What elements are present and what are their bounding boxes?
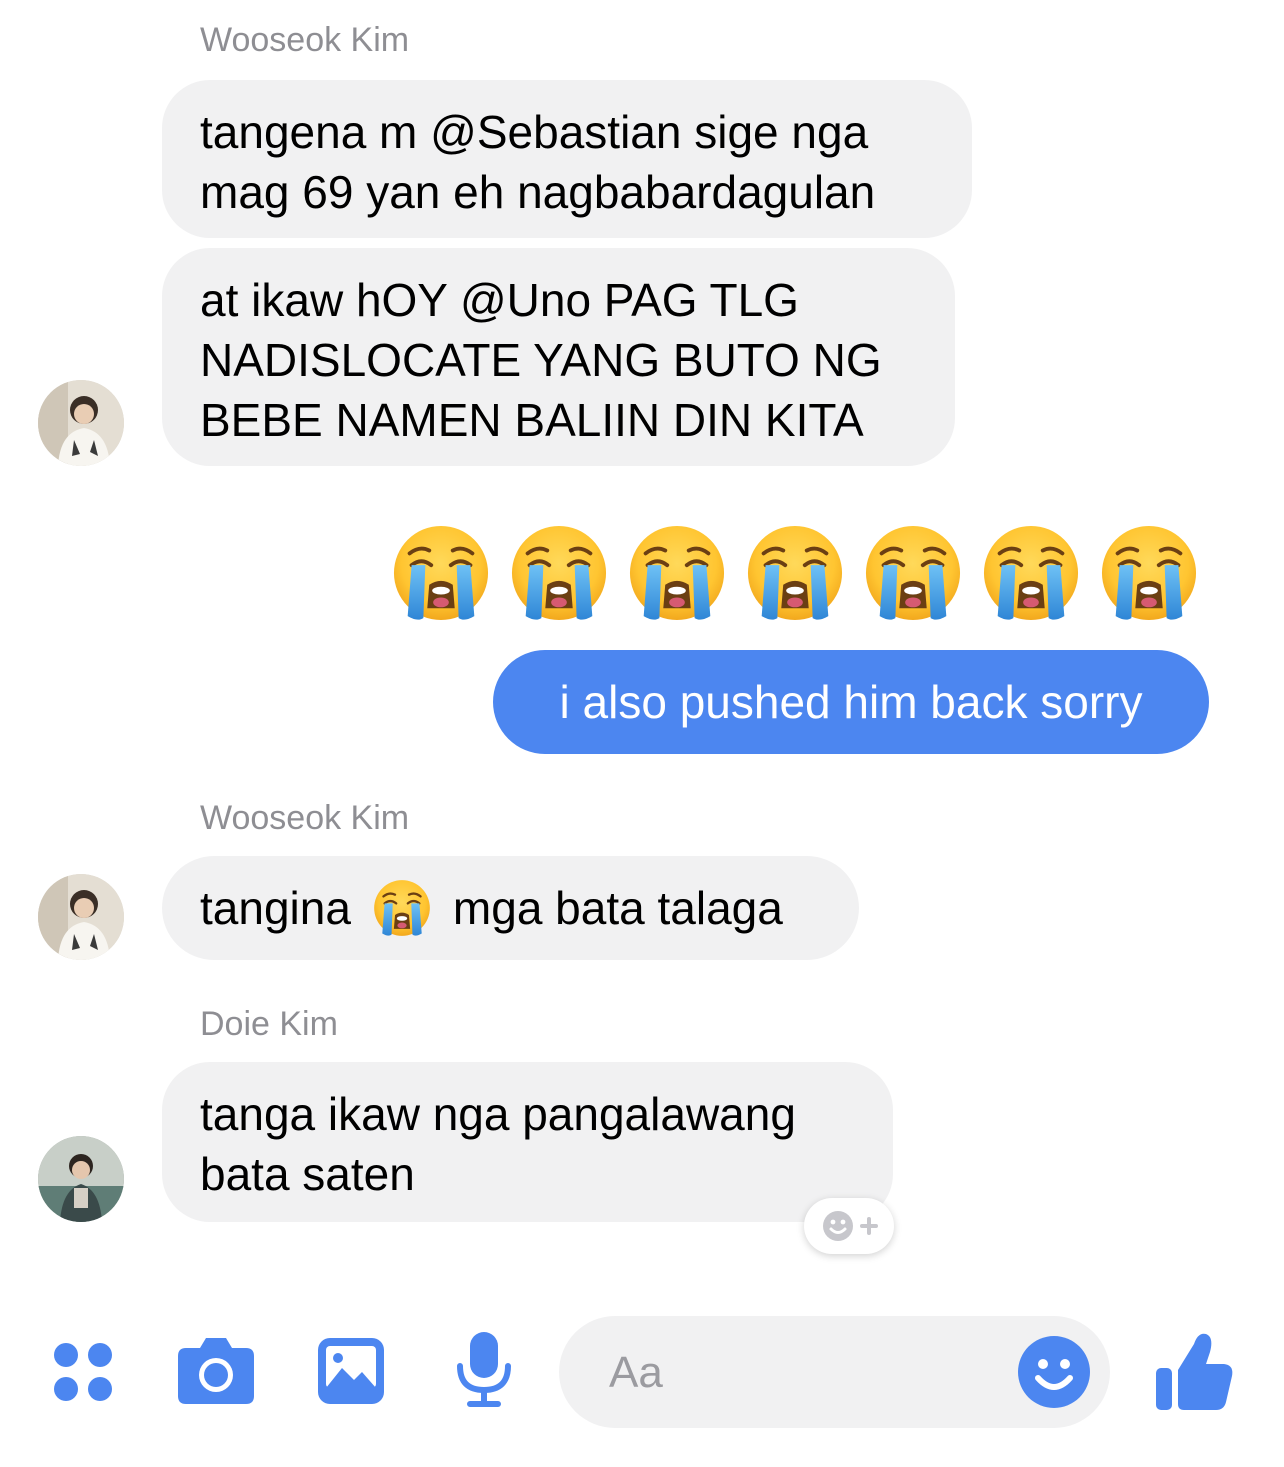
microphone-icon[interactable] <box>454 1330 514 1410</box>
message-text-line: tangena m @Sebastian sige nga <box>200 106 869 158</box>
more-apps-icon[interactable] <box>52 1341 116 1403</box>
thumbs-up-icon[interactable] <box>1154 1330 1234 1412</box>
avatar[interactable] <box>38 874 124 960</box>
message-text-line: at ikaw hOY @Uno PAG TLG <box>200 274 799 326</box>
message-input[interactable] <box>607 1316 1011 1430</box>
loudly-crying-face-emoji-icon <box>746 524 844 622</box>
sent-emoji-row[interactable] <box>392 524 1198 622</box>
message-text-line: bata saten <box>200 1148 415 1200</box>
gallery-icon[interactable] <box>316 1336 386 1406</box>
sender-name: Wooseok Kim <box>200 21 410 59</box>
message-text: i also pushed him back sorry <box>559 676 1143 728</box>
received-message-bubble[interactable]: tangina mga bata talaga <box>162 856 859 960</box>
message-composer[interactable] <box>559 1316 1110 1430</box>
camera-icon[interactable] <box>176 1334 256 1406</box>
received-message-bubble[interactable]: tanga ikaw nga pangalawang bata saten <box>162 1062 893 1222</box>
received-message-bubble[interactable]: at ikaw hOY @Uno PAG TLG NADISLOCATE YAN… <box>162 248 955 466</box>
received-message-bubble[interactable]: tangena m @Sebastian sige nga mag 69 yan… <box>162 80 972 238</box>
message-text-line: BEBE NAMEN BALIIN DIN KITA <box>200 394 864 446</box>
message-text: mga bata talaga <box>452 882 783 934</box>
loudly-crying-face-emoji-icon <box>510 524 608 622</box>
message-text: tangina <box>200 882 351 934</box>
emoji-icon[interactable] <box>1016 1334 1092 1410</box>
avatar[interactable] <box>38 1136 124 1222</box>
add-reaction-button[interactable] <box>804 1198 894 1254</box>
sender-name: Doie Kim <box>200 1005 338 1043</box>
sender-name: Wooseok Kim <box>200 799 410 837</box>
loudly-crying-face-emoji-icon <box>628 524 726 622</box>
loudly-crying-face-emoji-icon <box>373 879 431 937</box>
loudly-crying-face-emoji-icon <box>1100 524 1198 622</box>
loudly-crying-face-emoji-icon <box>392 524 490 622</box>
avatar[interactable] <box>38 380 124 466</box>
message-text-line: mag 69 yan eh nagbabardagulan <box>200 166 876 218</box>
add-reaction-icon <box>823 1211 878 1241</box>
loudly-crying-face-emoji-icon <box>864 524 962 622</box>
message-text-line: tanga ikaw nga pangalawang <box>200 1088 796 1140</box>
message-text-line: NADISLOCATE YANG BUTO NG <box>200 334 882 386</box>
sent-message-bubble[interactable]: i also pushed him back sorry <box>493 650 1209 754</box>
loudly-crying-face-emoji-icon <box>982 524 1080 622</box>
